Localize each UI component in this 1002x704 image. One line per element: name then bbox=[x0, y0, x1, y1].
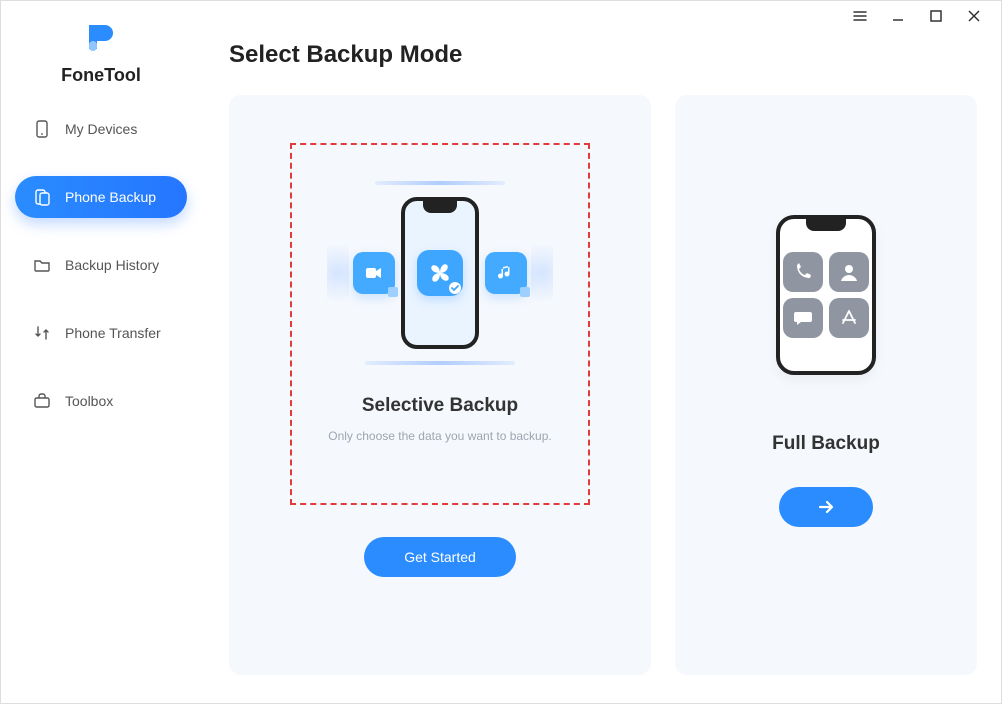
accent-line bbox=[365, 361, 515, 365]
highlight-box: Selective Backup Only choose the data yo… bbox=[290, 143, 590, 505]
sidebar-item-label: Phone Backup bbox=[65, 189, 156, 205]
sidebar-item-phone-transfer[interactable]: Phone Transfer bbox=[15, 312, 187, 354]
sidebar-item-label: Backup History bbox=[65, 257, 159, 273]
arrow-right-icon bbox=[816, 497, 836, 517]
contact-icon bbox=[829, 252, 869, 292]
card-full-backup[interactable]: Full Backup bbox=[675, 95, 977, 675]
app-logo: FoneTool bbox=[1, 19, 201, 86]
phone-illustration bbox=[776, 215, 876, 375]
sidebar-item-label: Phone Transfer bbox=[65, 325, 161, 341]
music-icon bbox=[485, 252, 527, 294]
halo-left bbox=[327, 245, 349, 301]
get-started-button[interactable]: Get Started bbox=[364, 537, 516, 577]
phone-illustration bbox=[401, 197, 479, 349]
sidebar: FoneTool My Devices Phone Backup Backup … bbox=[1, 1, 201, 703]
fan-icon bbox=[417, 250, 463, 296]
minimize-button[interactable] bbox=[891, 9, 905, 23]
phone-call-icon bbox=[783, 252, 823, 292]
app-name: FoneTool bbox=[61, 65, 141, 86]
selective-illustration bbox=[327, 197, 553, 349]
menu-icon[interactable] bbox=[853, 9, 867, 23]
folder-icon bbox=[33, 256, 51, 274]
accent-line bbox=[375, 181, 505, 185]
appstore-icon bbox=[829, 298, 869, 338]
message-icon bbox=[783, 298, 823, 338]
check-icon bbox=[449, 282, 461, 294]
fonetool-logo-icon bbox=[83, 19, 119, 55]
sidebar-nav: My Devices Phone Backup Backup History P… bbox=[1, 108, 201, 422]
sidebar-item-phone-backup[interactable]: Phone Backup bbox=[15, 176, 187, 218]
sidebar-item-label: My Devices bbox=[65, 121, 137, 137]
sidebar-item-backup-history[interactable]: Backup History bbox=[15, 244, 187, 286]
sidebar-item-label: Toolbox bbox=[65, 393, 113, 409]
selective-subtitle: Only choose the data you want to backup. bbox=[328, 429, 551, 443]
maximize-button[interactable] bbox=[929, 9, 943, 23]
app-window: FoneTool My Devices Phone Backup Backup … bbox=[1, 1, 1001, 703]
toolbox-icon bbox=[33, 392, 51, 410]
titlebar bbox=[833, 1, 1001, 31]
backup-icon bbox=[33, 188, 51, 206]
video-icon bbox=[353, 252, 395, 294]
transfer-icon bbox=[33, 324, 51, 342]
backup-mode-cards: Selective Backup Only choose the data yo… bbox=[229, 95, 983, 675]
selective-title: Selective Backup bbox=[362, 395, 518, 417]
sidebar-item-my-devices[interactable]: My Devices bbox=[15, 108, 187, 150]
main-content: Select Backup Mode bbox=[201, 1, 1001, 703]
sidebar-item-toolbox[interactable]: Toolbox bbox=[15, 380, 187, 422]
full-backup-next-button[interactable] bbox=[779, 487, 873, 527]
full-title: Full Backup bbox=[772, 433, 880, 455]
card-selective-backup[interactable]: Selective Backup Only choose the data yo… bbox=[229, 95, 651, 675]
close-button[interactable] bbox=[967, 9, 981, 23]
page-title: Select Backup Mode bbox=[229, 41, 983, 69]
full-illustration: Full Backup bbox=[772, 215, 880, 455]
halo-right bbox=[531, 245, 553, 301]
device-icon bbox=[33, 120, 51, 138]
